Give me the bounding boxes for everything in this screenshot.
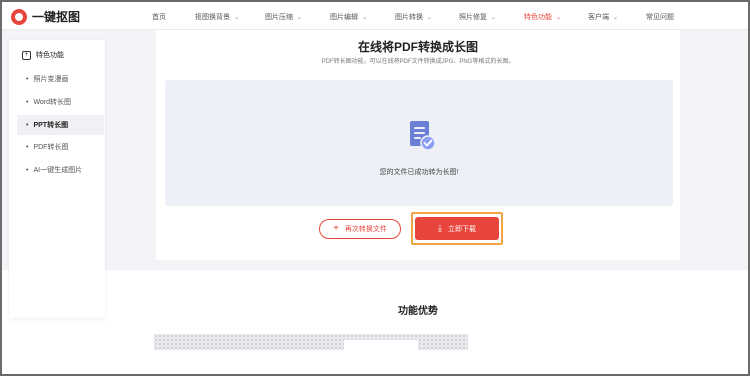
page-subtitle: PDF转长图功能，可以在线将PDF文件转换成JPG、PNG等格式的长图。 bbox=[321, 59, 515, 65]
nav-item-edit[interactable]: 图片编辑 ⌄ bbox=[330, 12, 367, 22]
advantages-preview-gap bbox=[344, 340, 418, 350]
download-icon: ⤓ bbox=[438, 223, 442, 233]
nav-item-label: 图片压缩 bbox=[265, 14, 293, 21]
feature-box-icon: + bbox=[22, 50, 31, 60]
nav-item-compress[interactable]: 图片压缩 ⌄ bbox=[265, 12, 302, 22]
convert-again-label: 再次转换文件 bbox=[344, 226, 387, 233]
sidebar-item-label: PPT转长图 bbox=[33, 122, 69, 129]
nav-item-repair[interactable]: 照片修复 ⌄ bbox=[459, 12, 496, 22]
sidebar-item-label: PDF转长图 bbox=[33, 144, 69, 151]
download-label: 立即下载 bbox=[447, 225, 476, 233]
advantages-preview bbox=[154, 334, 468, 350]
sidebar-item-word-to-long-image[interactable]: Word转长图 bbox=[9, 92, 105, 112]
nav-item-label: 常见问题 bbox=[646, 14, 674, 21]
download-button[interactable]: ⤓ 立即下载 bbox=[415, 217, 499, 240]
advantages-title: 功能优势 bbox=[398, 306, 438, 317]
sidebar-item-ai-image[interactable]: AI一键生成图片 bbox=[9, 160, 105, 180]
nav-item-label: 首页 bbox=[152, 14, 166, 21]
nav-item-label: 抠图换背景 bbox=[195, 14, 230, 21]
nav-item-label: 特色功能 bbox=[524, 14, 552, 21]
sidebar-item-photo-to-comic[interactable]: 照片变漫画 bbox=[9, 69, 105, 89]
document-check-icon bbox=[410, 121, 436, 151]
sidebar-title: + 特色功能 bbox=[22, 50, 64, 60]
logo[interactable]: 一键抠图 bbox=[11, 8, 80, 25]
sidebar-item-pdf-to-long-image[interactable]: PDF转长图 bbox=[9, 137, 105, 157]
sidebar-item-label: Word转长图 bbox=[33, 99, 72, 106]
logo-icon bbox=[11, 8, 27, 25]
success-message: 您的文件已成功转为长图! bbox=[379, 169, 459, 176]
nav-item-home[interactable]: 首页 bbox=[152, 12, 166, 22]
chevron-down-icon: ⌄ bbox=[427, 14, 433, 21]
chevron-down-icon: ⌄ bbox=[556, 14, 562, 21]
nav-item-label: 客户端 bbox=[588, 14, 609, 21]
plus-icon: + bbox=[333, 223, 339, 234]
converter-card: 在线将PDF转换成长图 PDF转长图功能，可以在线将PDF文件转换成JPG、PN… bbox=[156, 30, 680, 260]
nav-item-features[interactable]: 特色功能 ⌄ bbox=[524, 12, 561, 22]
sidebar-item-ppt-to-long-image[interactable]: PPT转长图 bbox=[17, 115, 104, 135]
nav-item-label: 照片修复 bbox=[459, 14, 487, 21]
sidebar-item-label: 照片变漫画 bbox=[33, 76, 69, 83]
chevron-down-icon: ⌄ bbox=[297, 14, 303, 21]
top-header: 一键抠图 首页 抠图换背景 ⌄ 图片压缩 ⌄ 图片编辑 ⌄ 图片转换 ⌄ 照片修复 ⌄ 特… bbox=[2, 2, 748, 30]
page-title: 在线将PDF转换成长图 bbox=[357, 40, 478, 54]
chevron-down-icon: ⌄ bbox=[613, 14, 619, 21]
nav-item-client[interactable]: 客户端 ⌄ bbox=[588, 12, 618, 22]
chevron-down-icon: ⌄ bbox=[362, 14, 368, 21]
sidebar: + 特色功能 照片变漫画 Word转长图 PPT转长图 PDF转长图 AI一键生… bbox=[9, 40, 105, 318]
nav-item-convert[interactable]: 图片转换 ⌄ bbox=[395, 12, 432, 22]
sidebar-item-label: AI一键生成图片 bbox=[33, 167, 83, 174]
nav-item-label: 图片转换 bbox=[395, 14, 423, 21]
sidebar-title-label: 特色功能 bbox=[36, 52, 64, 59]
nav-item-faq[interactable]: 常见问题 bbox=[646, 12, 674, 22]
chevron-down-icon: ⌄ bbox=[491, 14, 497, 21]
nav-item-label: 图片编辑 bbox=[330, 14, 358, 21]
app-name: 一键抠图 bbox=[32, 10, 81, 24]
convert-again-button[interactable]: + 再次转换文件 bbox=[319, 219, 401, 239]
chevron-down-icon: ⌄ bbox=[234, 14, 240, 21]
result-panel: 您的文件已成功转为长图! bbox=[165, 80, 673, 206]
nav-item-cutout[interactable]: 抠图换背景 ⌄ bbox=[195, 12, 239, 22]
